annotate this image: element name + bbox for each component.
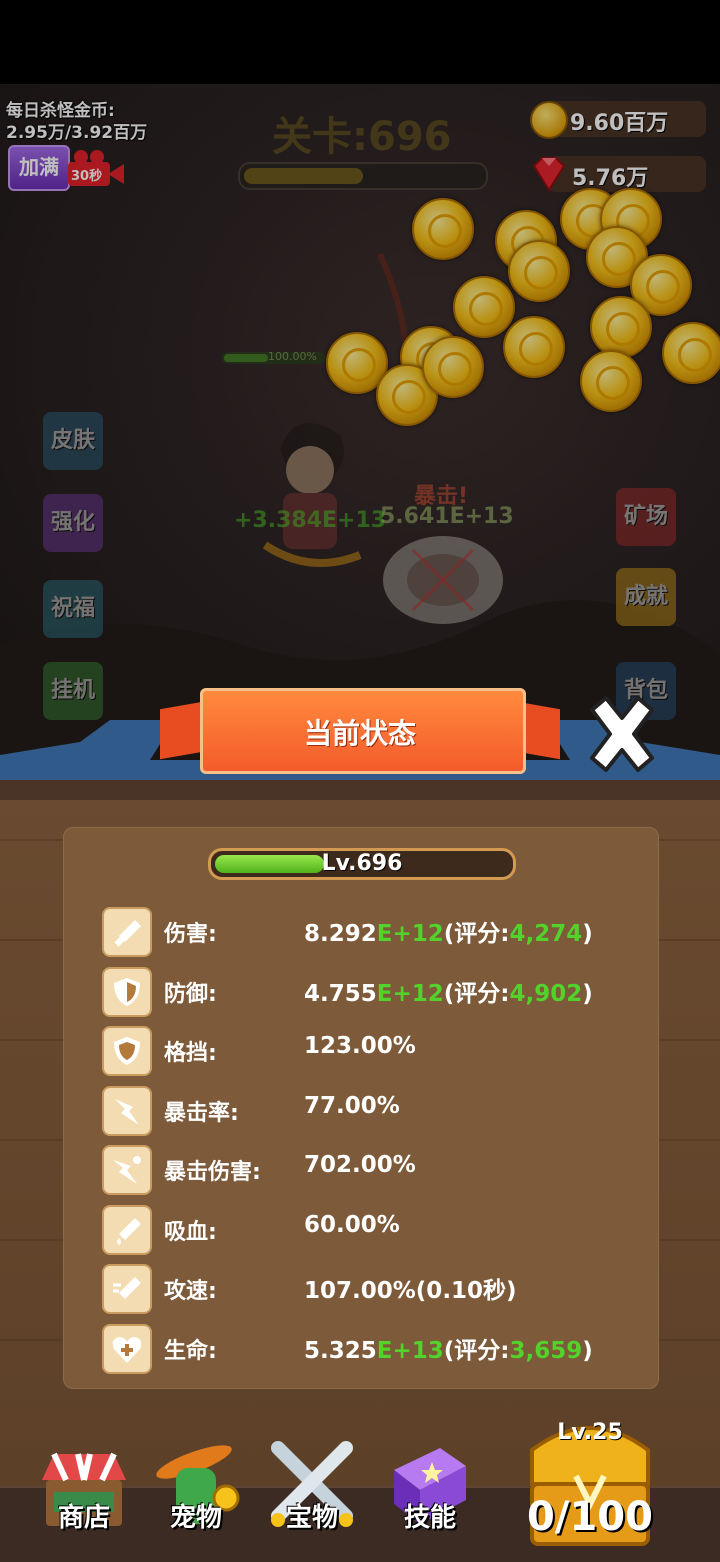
stat-exponent: E+12 bbox=[376, 921, 444, 947]
stat-value: 123.00% bbox=[304, 1033, 416, 1059]
health-icon bbox=[102, 1323, 152, 1374]
stat-score: 3,659 bbox=[509, 1337, 583, 1364]
level-text: Lv.696 bbox=[321, 851, 403, 876]
nav-treasure-label: 宝物 bbox=[285, 1503, 338, 1533]
stat-score: 4,902 bbox=[509, 980, 583, 1007]
stat-base-value: 60.00% bbox=[304, 1211, 400, 1238]
stat-label: 吸血: bbox=[164, 1219, 217, 1245]
stat-row: 攻速: 107.00%(0.10秒) bbox=[100, 1263, 620, 1314]
panel-title: 当前状态 bbox=[303, 717, 416, 750]
stat-score: 4,274 bbox=[509, 921, 583, 947]
stat-value: 702.00% bbox=[304, 1152, 416, 1178]
block-icon bbox=[102, 1026, 152, 1076]
crit-rate-icon bbox=[102, 1085, 152, 1136]
nav-pet[interactable]: 宠物 bbox=[146, 1440, 246, 1550]
stat-exponent: E+12 bbox=[376, 980, 444, 1007]
stat-score-prefix: (评分: bbox=[443, 921, 510, 947]
stat-label: 攻速: bbox=[164, 1279, 217, 1304]
stat-row: 格挡: 123.00% bbox=[100, 1025, 620, 1076]
stat-score-prefix: (评分: bbox=[443, 980, 510, 1007]
nav-skill[interactable]: 技能 bbox=[380, 1440, 480, 1550]
stat-base-value: 702.00% bbox=[304, 1152, 416, 1178]
close-icon[interactable] bbox=[582, 696, 662, 772]
stat-score-suffix: ) bbox=[582, 980, 593, 1007]
nav-treasure[interactable]: 宝物 bbox=[262, 1440, 362, 1550]
chest-counter: 0/100 bbox=[527, 1494, 653, 1540]
stat-row: 伤害: 8.292E+12(评分:4,274) bbox=[100, 906, 620, 957]
sword-icon bbox=[102, 907, 152, 957]
stat-row: 暴击率: 77.00% bbox=[100, 1085, 620, 1136]
stat-score-prefix: (评分: bbox=[443, 1337, 510, 1364]
stat-score-suffix: ) bbox=[582, 921, 593, 947]
nav-shop[interactable]: 商店 bbox=[34, 1440, 134, 1550]
stat-exponent: E+13 bbox=[376, 1337, 444, 1364]
crit-damage-icon bbox=[102, 1145, 152, 1195]
stat-row: 防御: 4.755E+12(评分:4,902) bbox=[100, 966, 620, 1017]
stat-value: 107.00%(0.10秒) bbox=[304, 1271, 517, 1305]
stat-base-value: 4.755 bbox=[304, 980, 377, 1007]
stat-value: 4.755E+12(评分:4,902) bbox=[304, 974, 593, 1008]
stat-value: 77.00% bbox=[304, 1093, 400, 1119]
lifesteal-icon bbox=[102, 1204, 152, 1255]
stat-value: 5.325E+13(评分:3,659) bbox=[304, 1331, 593, 1365]
stat-label: 伤害: bbox=[164, 922, 217, 947]
level-bar: Lv.696 bbox=[208, 848, 516, 880]
attack-speed-icon bbox=[102, 1264, 152, 1314]
stat-label: 暴击率: bbox=[164, 1100, 239, 1126]
stat-label: 生命: bbox=[164, 1338, 217, 1364]
chest-level: Lv.25 bbox=[557, 1420, 623, 1445]
stat-row: 生命: 5.325E+13(评分:3,659) bbox=[100, 1323, 620, 1374]
stat-base-value: 123.00% bbox=[304, 1033, 416, 1059]
stat-score-suffix: ) bbox=[582, 1337, 593, 1364]
stat-row: 吸血: 60.00% bbox=[100, 1204, 620, 1255]
nav-skill-label: 技能 bbox=[403, 1503, 456, 1533]
stat-base-value: 77.00% bbox=[304, 1092, 400, 1119]
status-bar bbox=[0, 0, 720, 84]
stat-label: 格挡: bbox=[164, 1041, 217, 1066]
stat-row: 暴击伤害: 702.00% bbox=[100, 1144, 620, 1195]
stat-label: 暴击伤害: bbox=[164, 1160, 261, 1185]
modal-overlay bbox=[0, 84, 720, 760]
stat-base-value: 8.292 bbox=[304, 921, 377, 947]
stat-base-value: 107.00%(0.10秒) bbox=[304, 1278, 517, 1304]
nav-shop-label: 商店 bbox=[57, 1503, 110, 1533]
stat-label: 防御: bbox=[164, 981, 217, 1007]
stat-base-value: 5.325 bbox=[304, 1337, 377, 1364]
nav-pet-label: 宠物 bbox=[169, 1503, 222, 1533]
shield-icon bbox=[102, 966, 152, 1017]
stat-value: 60.00% bbox=[304, 1212, 400, 1238]
stat-value: 8.292E+12(评分:4,274) bbox=[304, 914, 593, 948]
